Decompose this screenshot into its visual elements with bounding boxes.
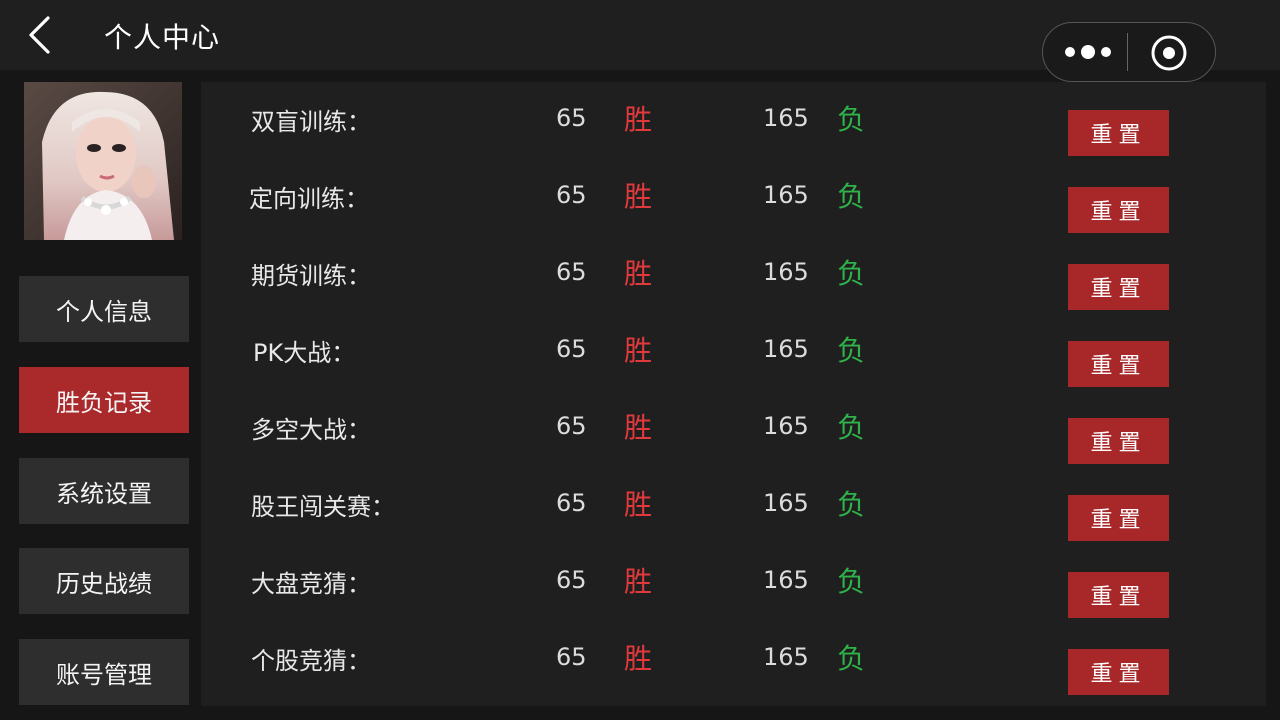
record-name: PK大战： [253, 339, 356, 367]
wins-count: 65 [556, 643, 587, 671]
capsule-divider [1127, 33, 1128, 71]
losses-count: 165 [763, 258, 809, 286]
reset-button[interactable]: 重置 [1068, 572, 1169, 618]
record-name: 双盲训练： [251, 108, 371, 136]
win-tag: 胜 [624, 103, 653, 136]
win-tag: 胜 [624, 334, 653, 367]
losses-count: 165 [763, 335, 809, 363]
record-row: PK大战： 65 胜 165 负 重置 [201, 313, 1266, 390]
sidebar-item-profile[interactable]: 个人信息 [19, 276, 189, 342]
record-name: 期货训练： [251, 262, 371, 290]
record-name: 股王闯关赛： [251, 493, 395, 521]
wins-count: 65 [556, 566, 587, 594]
win-tag: 胜 [624, 488, 653, 521]
record-name: 个股竞猜： [251, 647, 371, 675]
losses-count: 165 [763, 489, 809, 517]
reset-button[interactable]: 重置 [1068, 495, 1169, 541]
win-tag: 胜 [624, 642, 653, 675]
win-tag: 胜 [624, 565, 653, 598]
losses-count: 165 [763, 643, 809, 671]
page-title: 个人中心 [104, 21, 221, 54]
sidebar-item-label: 个人信息 [56, 297, 152, 326]
avatar-image [24, 82, 182, 240]
sidebar-item-label: 账号管理 [56, 660, 152, 689]
wins-count: 65 [556, 412, 587, 440]
loss-tag: 负 [837, 411, 866, 444]
loss-tag: 负 [837, 257, 866, 290]
reset-button[interactable]: 重置 [1068, 649, 1169, 695]
win-tag: 胜 [624, 411, 653, 444]
wins-count: 65 [556, 181, 587, 209]
losses-count: 165 [763, 181, 809, 209]
sidebar-item-account[interactable]: 账号管理 [19, 639, 189, 705]
sidebar-item-label: 历史战绩 [56, 569, 152, 598]
losses-count: 165 [763, 566, 809, 594]
sidebar-item-history[interactable]: 历史战绩 [19, 548, 189, 614]
losses-count: 165 [763, 412, 809, 440]
win-tag: 胜 [624, 257, 653, 290]
record-row: 定向训练： 65 胜 165 负 重置 [201, 159, 1266, 236]
wins-count: 65 [556, 489, 587, 517]
target-circle-icon [1151, 35, 1187, 71]
sidebar-item-win-loss[interactable]: 胜负记录 [19, 367, 189, 433]
record-row: 股王闯关赛： 65 胜 165 负 重置 [201, 467, 1266, 544]
record-row: 多空大战： 65 胜 165 负 重置 [201, 390, 1266, 467]
more-dots-icon [1065, 45, 1111, 59]
loss-tag: 负 [837, 488, 866, 521]
record-row: 期货训练： 65 胜 165 负 重置 [201, 236, 1266, 313]
loss-tag: 负 [837, 565, 866, 598]
loss-tag: 负 [837, 334, 866, 367]
record-name: 多空大战： [251, 416, 371, 444]
wins-count: 65 [556, 258, 587, 286]
record-name: 定向训练： [249, 185, 369, 213]
reset-button[interactable]: 重置 [1068, 110, 1169, 156]
record-name: 大盘竞猜： [251, 570, 371, 598]
close-button[interactable] [1149, 33, 1189, 73]
wins-count: 65 [556, 335, 587, 363]
reset-button[interactable]: 重置 [1068, 187, 1169, 233]
losses-count: 165 [763, 104, 809, 132]
loss-tag: 负 [837, 642, 866, 675]
loss-tag: 负 [837, 180, 866, 213]
record-row: 大盘竞猜： 65 胜 165 负 重置 [201, 544, 1266, 621]
chevron-left-icon [29, 16, 50, 54]
sidebar-item-label: 胜负记录 [56, 388, 152, 417]
avatar[interactable] [24, 82, 182, 240]
reset-button[interactable]: 重置 [1068, 418, 1169, 464]
reset-button[interactable]: 重置 [1068, 264, 1169, 310]
sidebar-item-settings[interactable]: 系统设置 [19, 458, 189, 524]
sidebar-item-label: 系统设置 [56, 479, 152, 508]
reset-button[interactable]: 重置 [1068, 341, 1169, 387]
win-tag: 胜 [624, 180, 653, 213]
record-row: 个股竞猜： 65 胜 165 负 重置 [201, 621, 1266, 698]
loss-tag: 负 [837, 103, 866, 136]
record-row: 双盲训练： 65 胜 165 负 重置 [201, 82, 1266, 159]
records-panel: 双盲训练： 65 胜 165 负 重置 定向训练： 65 胜 165 负 重置 … [201, 82, 1266, 706]
more-button[interactable] [1061, 39, 1117, 65]
back-button[interactable] [22, 14, 62, 58]
capsule-menu [1042, 22, 1216, 82]
wins-count: 65 [556, 104, 587, 132]
